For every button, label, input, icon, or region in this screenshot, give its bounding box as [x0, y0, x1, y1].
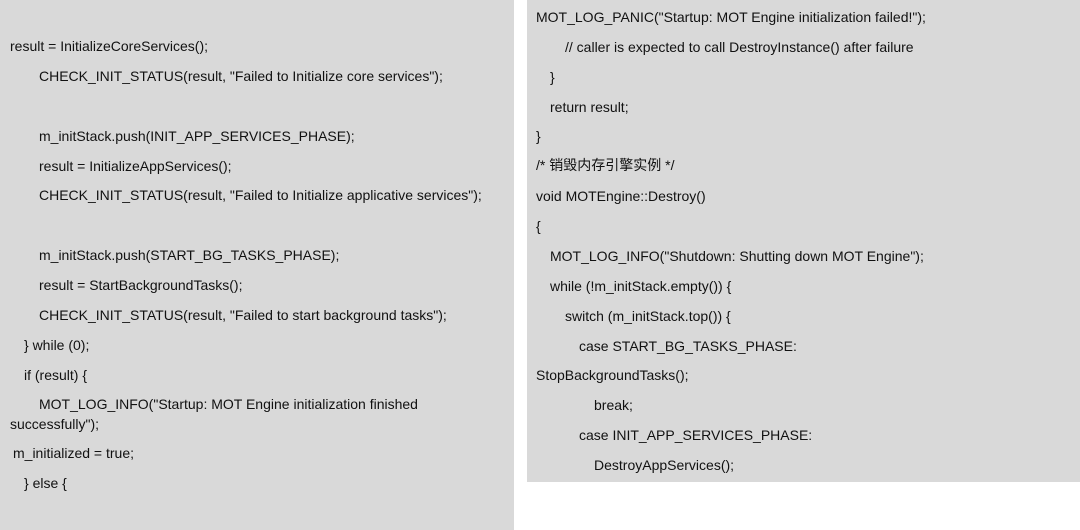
- code-line: result = InitializeAppServices();: [39, 158, 232, 174]
- code-line: successfully");: [10, 416, 99, 432]
- code-line: }: [536, 128, 541, 144]
- code-line: CHECK_INIT_STATUS(result, "Failed to Ini…: [39, 68, 443, 84]
- code-line: // caller is expected to call DestroyIns…: [565, 39, 914, 55]
- code-comment-line: /* 销毁内存引擎实例 */: [536, 157, 675, 173]
- code-line: CHECK_INIT_STATUS(result, "Failed to Ini…: [39, 187, 482, 203]
- code-line: case INIT_APP_SERVICES_PHASE:: [579, 427, 813, 443]
- code-line: result = InitializeCoreServices();: [10, 38, 209, 54]
- right-code-panel: MOT_LOG_PANIC("Startup: MOT Engine initi…: [527, 0, 1080, 482]
- code-line: {: [536, 218, 541, 234]
- code-line: MOT_LOG_INFO("Startup: MOT Engine initia…: [39, 396, 418, 412]
- code-line: m_initStack.push(START_BG_TASKS_PHASE);: [39, 247, 340, 263]
- code-line: break;: [594, 397, 633, 413]
- code-line: result = StartBackgroundTasks();: [39, 277, 243, 293]
- code-line: } while (0);: [24, 337, 90, 353]
- code-line: switch (m_initStack.top()) {: [565, 308, 731, 324]
- code-line: while (!m_initStack.empty()) {: [550, 278, 732, 294]
- code-line: CHECK_INIT_STATUS(result, "Failed to sta…: [39, 307, 447, 323]
- code-line: DestroyAppServices();: [594, 457, 735, 473]
- code-line: if (result) {: [24, 367, 88, 383]
- left-code-panel: result = InitializeCoreServices(); CHECK…: [0, 0, 514, 530]
- code-line: return result;: [550, 99, 629, 115]
- code-line: MOT_LOG_PANIC("Startup: MOT Engine initi…: [536, 9, 926, 25]
- code-line: m_initStack.push(INIT_APP_SERVICES_PHASE…: [39, 128, 355, 144]
- code-line: void MOTEngine::Destroy(): [536, 188, 706, 204]
- code-line: }: [550, 69, 555, 85]
- code-line: case START_BG_TASKS_PHASE:: [579, 338, 797, 354]
- code-line: MOT_LOG_INFO("Shutdown: Shutting down MO…: [550, 248, 924, 264]
- code-line: } else {: [24, 475, 67, 491]
- code-line: StopBackgroundTasks();: [536, 367, 689, 383]
- code-line: m_initialized = true;: [13, 445, 135, 461]
